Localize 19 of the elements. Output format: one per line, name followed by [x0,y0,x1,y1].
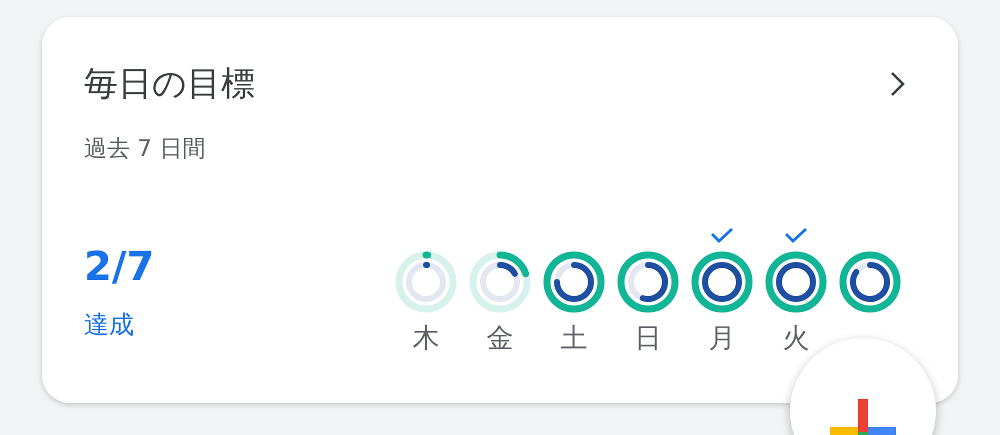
day-label: 木 [412,322,440,356]
progress-ring [542,250,606,314]
card-title: 毎日の目標 [84,63,255,106]
day-label: 日 [634,322,662,356]
day-label: 土 [560,322,588,356]
chevron-right-icon[interactable] [890,71,906,97]
achieved-label: 達成 [84,309,135,341]
progress-ring [764,250,828,314]
day-label: 月 [708,322,736,356]
progress-ring [838,250,902,314]
day-label: 金 [486,322,514,356]
card-subtitle: 過去 7 日間 [84,135,206,164]
achieved-count: 2/7 [84,244,154,290]
progress-ring [468,250,532,314]
progress-ring [394,250,458,314]
day-label: 火 [782,322,810,356]
progress-ring [616,250,680,314]
goals-card[interactable]: 毎日の目標 過去 7 日間 2/7 達成 木 金 土 日 月 火 [42,17,958,403]
progress-ring [690,250,754,314]
